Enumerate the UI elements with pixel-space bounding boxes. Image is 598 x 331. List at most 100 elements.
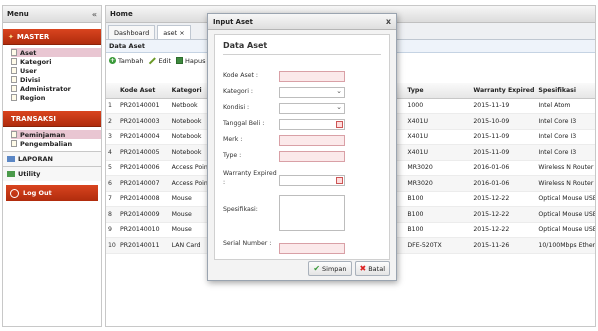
spesifikasi-label: Spesifikasi: (223, 206, 258, 213)
tanggal-beli-label: Tanggal Beli : (223, 120, 265, 127)
check-icon: ✔ (313, 264, 321, 273)
tanggal-beli-input[interactable] (279, 119, 345, 130)
col-warranty[interactable]: Warranty Expired (469, 83, 535, 99)
sidebar-item-divisi[interactable]: Divisi (11, 75, 101, 84)
cell-spek: Wireless N Router (534, 160, 595, 176)
cell-kode: PR20140010 (115, 222, 168, 238)
cell-spek: Optical Mouse USB (534, 191, 595, 207)
sidebar-item-aset[interactable]: Aset (11, 48, 101, 57)
row-tanggal-beli: Tanggal Beli : (223, 119, 345, 130)
cell-warranty: 2016-01-06 (469, 160, 535, 176)
kategori-select[interactable]: ⌄ (279, 87, 345, 98)
cell-type: 1000 (403, 98, 470, 114)
edit-button[interactable]: Edit (148, 57, 171, 65)
key-icon: ✦ (8, 32, 14, 41)
cancel-icon: ✖ (359, 264, 367, 273)
logout-button[interactable]: Log Out (6, 185, 98, 201)
cell-kode: PR20140001 (115, 98, 168, 114)
cell-no: 6 (106, 175, 116, 192)
cell-type: B100 (403, 222, 470, 238)
cell-spek: Intel Core I3 (534, 144, 595, 161)
sidebar-header: Menu « (3, 6, 101, 23)
main-title: Home (110, 10, 133, 18)
tab-aset[interactable]: aset × (157, 25, 191, 39)
section-utility-label: Utility (18, 170, 41, 178)
cell-no: 7 (106, 191, 116, 207)
cell-kode: PR20140005 (115, 144, 168, 161)
cell-type: B100 (403, 206, 470, 223)
cell-no: 10 (106, 237, 116, 254)
sidebar-item-label: Peminjaman (20, 130, 66, 139)
cell-warranty: 2015-11-09 (469, 144, 535, 161)
calendar-icon[interactable] (336, 121, 343, 128)
row-serial: Serial Number : (223, 239, 345, 254)
type-input[interactable] (279, 151, 345, 162)
delete-button[interactable]: Hapus (176, 57, 206, 65)
document-icon (11, 49, 17, 56)
cell-no: 1 (106, 98, 116, 114)
sidebar-item-pengembalian[interactable]: Pengembalian (11, 139, 101, 148)
cell-spek: Optical Mouse USB (534, 206, 595, 223)
collapse-icon[interactable]: « (92, 10, 97, 19)
cell-warranty: 2015-11-19 (469, 98, 535, 114)
merk-input[interactable] (279, 135, 345, 146)
cell-type: X401U (403, 129, 470, 145)
sidebar-item-label: Aset (20, 48, 37, 57)
cell-spek: Optical Mouse USB (534, 222, 595, 238)
logout-label: Log Out (23, 189, 52, 197)
cell-type: DFE-520TX (403, 237, 470, 254)
col-kode-aset[interactable]: Kode Aset (115, 83, 168, 99)
sidebar-item-region[interactable]: Region (11, 93, 101, 102)
cell-warranty: 2015-12-22 (469, 222, 535, 238)
master-menu: Aset Kategori User Divisi Administrator … (3, 45, 101, 105)
serial-number-label: Serial Number : (223, 240, 272, 247)
cell-type: X401U (403, 144, 470, 161)
cell-kode: PR20140003 (115, 113, 168, 130)
cell-warranty: 2015-12-22 (469, 191, 535, 207)
cell-kode: PR20140008 (115, 191, 168, 207)
sidebar-item-kategori[interactable]: Kategori (11, 57, 101, 66)
col-spesifikasi[interactable]: Spesifikasi (534, 83, 595, 99)
spesifikasi-textarea[interactable] (279, 195, 345, 231)
cell-type: MR3020 (403, 160, 470, 176)
section-transaksi[interactable]: TRANSAKSI (3, 111, 101, 127)
form-section-title: Data Aset (223, 41, 268, 50)
tab-dashboard[interactable]: Dashboard (108, 25, 156, 39)
section-master[interactable]: ✦ MASTER (3, 29, 101, 45)
dialog-form: Data Aset Kode Aset : Kategori : ⌄ Kondi… (214, 34, 390, 260)
calendar-icon[interactable] (336, 177, 343, 184)
type-label: Type : (223, 152, 242, 159)
section-utility[interactable]: Utility (3, 166, 101, 181)
dialog-titlebar: Input Aset x (208, 14, 396, 30)
save-button[interactable]: ✔ Simpan (308, 261, 352, 276)
section-laporan[interactable]: LAPORAN (3, 151, 101, 166)
sidebar-title: Menu (7, 10, 29, 18)
sidebar-item-administrator[interactable]: Administrator (11, 84, 101, 93)
col-number (106, 83, 116, 99)
cell-no: 9 (106, 222, 116, 238)
sidebar-item-user[interactable]: User (11, 66, 101, 75)
row-type: Type : (223, 151, 345, 162)
col-type[interactable]: Type (403, 83, 470, 99)
cell-type: B100 (403, 191, 470, 207)
cancel-button[interactable]: ✖ Batal (354, 261, 390, 276)
pencil-icon (148, 56, 157, 65)
report-icon (7, 156, 15, 162)
cell-kode: PR20140006 (115, 160, 168, 176)
kategori-label: Kategori : (223, 88, 254, 95)
chevron-down-icon: ⌄ (336, 87, 342, 95)
kondisi-select[interactable]: ⌄ (279, 103, 345, 114)
warranty-input[interactable] (279, 175, 345, 186)
serial-number-input[interactable] (279, 243, 345, 254)
kode-aset-input[interactable] (279, 71, 345, 82)
sidebar-item-peminjaman[interactable]: Peminjaman (11, 130, 101, 139)
document-icon (11, 58, 17, 65)
sidebar-item-label: Divisi (20, 75, 41, 84)
row-spesifikasi: Spesifikasi: (223, 195, 345, 231)
cell-kode: PR20140004 (115, 129, 168, 145)
close-icon[interactable]: x (386, 17, 391, 26)
edit-label: Edit (158, 56, 172, 65)
add-button[interactable]: + Tambah (109, 57, 143, 65)
kondisi-label: Kondisi : (223, 104, 250, 111)
cell-no: 4 (106, 144, 116, 161)
